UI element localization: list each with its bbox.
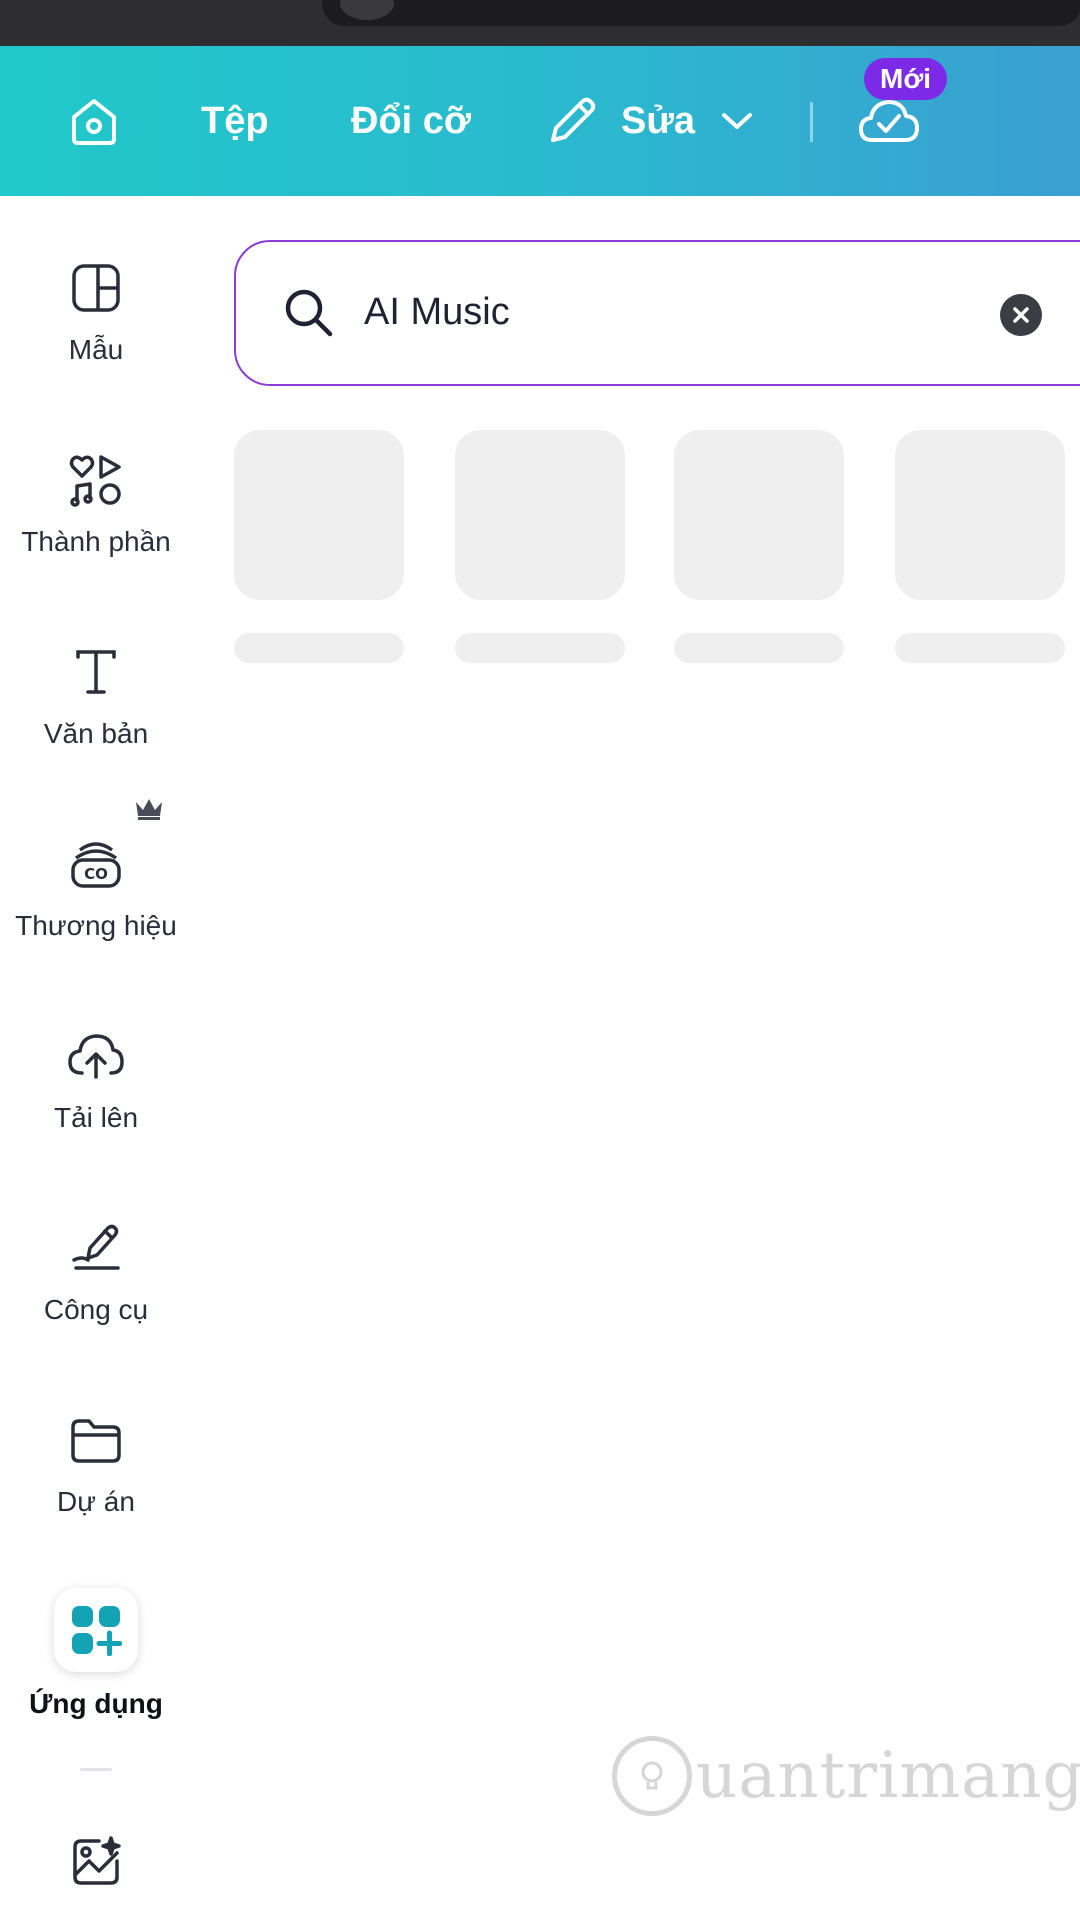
chevron-down-icon bbox=[722, 113, 752, 129]
apps-icon bbox=[72, 1606, 122, 1656]
watermark-logo bbox=[612, 1736, 692, 1816]
header-toolbar: Tệp Đổi cỡ Sửa Mới bbox=[0, 46, 1080, 196]
skeleton-card bbox=[895, 430, 1065, 600]
skeleton-label bbox=[455, 633, 625, 663]
upload-icon bbox=[66, 1026, 126, 1086]
sidebar-item-draw[interactable]: Công cụ bbox=[0, 1218, 192, 1326]
edit-menu-button[interactable]: Sửa bbox=[545, 46, 753, 196]
home-icon bbox=[72, 99, 116, 145]
search-icon bbox=[285, 289, 333, 337]
sidebar-item-label: Tải lên bbox=[53, 1102, 139, 1133]
home-button[interactable] bbox=[66, 46, 122, 196]
pencil-icon bbox=[551, 97, 596, 142]
sidebar-item-uploads[interactable]: Tải lên bbox=[0, 1026, 192, 1134]
skeleton-card bbox=[234, 430, 404, 600]
template-icon bbox=[66, 258, 126, 318]
sidebar-item-label: Văn bản bbox=[43, 718, 149, 749]
skeleton-label bbox=[674, 633, 844, 663]
file-menu-button[interactable]: Tệp bbox=[201, 46, 269, 196]
sidebar-item-label: Thương hiệu bbox=[15, 910, 177, 941]
cloud-check-icon bbox=[859, 100, 919, 142]
folder-icon bbox=[66, 1410, 126, 1470]
sidebar-item-label: Thành phần bbox=[21, 526, 171, 557]
search-input[interactable] bbox=[364, 282, 964, 342]
text-icon bbox=[66, 642, 126, 702]
sidebar-item-label: Mẫu bbox=[68, 334, 124, 365]
edit-menu-label: Sửa bbox=[621, 99, 695, 142]
sidebar-item-label: Dự án bbox=[57, 1486, 135, 1517]
close-icon bbox=[1013, 307, 1029, 323]
header-divider bbox=[810, 102, 813, 142]
left-sidebar: Mẫu Thành phần Văn bản CO Thương hiệu Tả… bbox=[0, 196, 192, 1920]
watermark: uantrimang bbox=[612, 1736, 1080, 1816]
new-badge: Mới bbox=[864, 58, 948, 100]
watermark-text: uantrimang bbox=[696, 1739, 1080, 1813]
sidebar-item-apps[interactable]: Ứng dụng bbox=[0, 1588, 192, 1720]
skeleton-card bbox=[455, 430, 625, 600]
brand-icon: CO bbox=[66, 834, 126, 894]
elements-icon bbox=[66, 450, 126, 510]
sidebar-item-magic-media[interactable] bbox=[0, 1832, 192, 1892]
sidebar-separator bbox=[80, 1768, 112, 1771]
skeleton-label bbox=[895, 633, 1065, 663]
sidebar-item-elements[interactable]: Thành phần bbox=[0, 450, 192, 558]
crown-icon bbox=[136, 799, 162, 820]
sidebar-item-label: Công cụ bbox=[43, 1294, 149, 1325]
sidebar-item-text[interactable]: Văn bản bbox=[0, 642, 192, 750]
sidebar-item-templates[interactable]: Mẫu bbox=[0, 258, 192, 366]
search-box[interactable] bbox=[234, 240, 1080, 386]
top-pill bbox=[322, 0, 1080, 26]
resize-button[interactable]: Đổi cỡ bbox=[351, 46, 471, 196]
magic-media-icon bbox=[66, 1832, 126, 1892]
skeleton-card bbox=[674, 430, 844, 600]
skeleton-label bbox=[234, 633, 404, 663]
apps-tile bbox=[54, 1588, 138, 1672]
sidebar-item-projects[interactable]: Dự án bbox=[0, 1410, 192, 1518]
draw-icon bbox=[66, 1218, 126, 1278]
top-status-strip bbox=[0, 0, 1080, 46]
sidebar-item-label: Ứng dụng bbox=[29, 1688, 163, 1719]
svg-text:CO: CO bbox=[84, 865, 108, 883]
sidebar-item-brand[interactable]: CO Thương hiệu bbox=[0, 799, 192, 942]
clear-search-button[interactable] bbox=[1000, 294, 1042, 336]
